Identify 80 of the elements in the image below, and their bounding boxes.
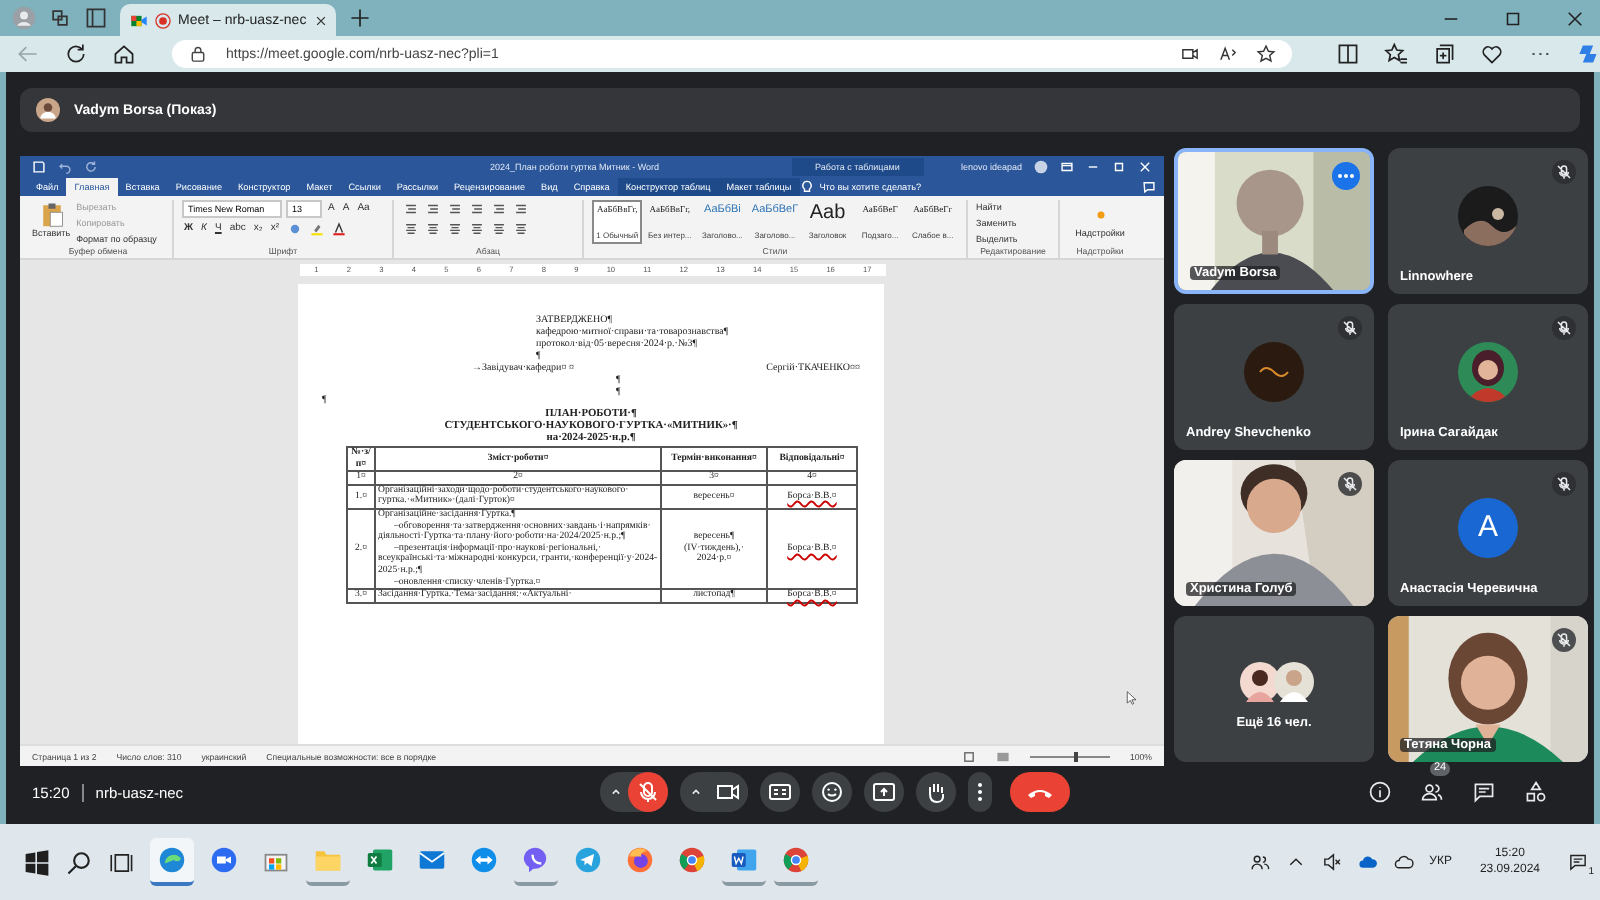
people-icon[interactable] <box>1420 780 1444 804</box>
letter-avatar: A <box>1458 497 1518 557</box>
more-options-icon[interactable] <box>967 772 992 812</box>
logo-avatar-icon <box>1244 341 1304 401</box>
new-tab-icon[interactable] <box>348 6 372 30</box>
star-icon[interactable] <box>1256 44 1276 64</box>
ribbon-options-icon[interactable] <box>1060 159 1074 173</box>
meet-logo-icon <box>130 11 148 29</box>
cursor-icon <box>1126 690 1136 706</box>
spreadsheet-icon <box>366 846 394 874</box>
cloud-icon[interactable] <box>1393 852 1414 872</box>
fox-browser-icon <box>626 846 654 874</box>
task-view-icon[interactable] <box>108 849 134 875</box>
highlighter-icon[interactable] <box>309 222 324 236</box>
paragraph-tool-icon[interactable] <box>492 202 506 216</box>
comment-icon[interactable] <box>1142 179 1156 193</box>
hand-icon[interactable] <box>915 772 956 812</box>
round-browser-icon <box>782 846 810 874</box>
mail-icon <box>418 846 446 874</box>
copilot-icon[interactable] <box>1576 42 1600 66</box>
browser-icon <box>158 846 186 874</box>
people-icon[interactable] <box>1249 852 1270 872</box>
lightbulb-icon <box>799 179 814 193</box>
paragraph-tool-icon[interactable] <box>448 202 462 216</box>
heart-icon[interactable] <box>1480 42 1504 66</box>
paragraph-tool-icon[interactable] <box>514 202 528 216</box>
read-aloud-icon[interactable] <box>1218 44 1238 64</box>
vertical-tabs-icon[interactable] <box>84 6 108 30</box>
caret-icon[interactable] <box>607 784 624 800</box>
avatar-icon <box>36 98 60 122</box>
favorites-icon[interactable] <box>1384 42 1408 66</box>
maximize-icon[interactable] <box>1502 7 1524 29</box>
taskbar-button[interactable] <box>150 838 194 886</box>
view-icon[interactable] <box>996 749 1010 763</box>
reload-icon[interactable] <box>64 42 88 66</box>
alignment-icon[interactable] <box>448 222 462 236</box>
home-icon[interactable] <box>112 42 136 66</box>
caret-icon[interactable] <box>687 784 704 800</box>
paragraph-tool-icon[interactable] <box>404 202 418 216</box>
end-call-icon[interactable] <box>1009 772 1070 812</box>
undo-icon[interactable] <box>58 159 72 173</box>
paragraph-tool-icon[interactable] <box>426 202 440 216</box>
split-screen-icon[interactable] <box>1336 42 1360 66</box>
camera-icon[interactable] <box>1180 44 1200 64</box>
alignment-icon[interactable] <box>514 222 528 236</box>
captions-icon[interactable] <box>759 772 800 812</box>
maximize-icon[interactable] <box>1112 159 1126 173</box>
phone-app-icon <box>522 846 550 874</box>
mic-off-icon[interactable] <box>627 772 668 812</box>
notifications-icon[interactable] <box>1568 852 1588 872</box>
emoji-icon[interactable] <box>811 772 852 812</box>
present-icon[interactable] <box>863 772 904 812</box>
alignment-icon[interactable] <box>426 222 440 236</box>
search-icon[interactable] <box>66 849 92 875</box>
alignment-icon[interactable] <box>492 222 506 236</box>
avatar-icon[interactable] <box>1034 159 1048 173</box>
alignment-icon[interactable] <box>470 222 484 236</box>
view-icon[interactable] <box>962 749 976 763</box>
info-icon[interactable] <box>1368 780 1392 804</box>
activities-icon[interactable] <box>1524 780 1548 804</box>
text-effects-icon[interactable] <box>287 222 302 236</box>
paper-plane-icon <box>574 846 602 874</box>
save-icon[interactable] <box>32 159 46 173</box>
chat-icon[interactable] <box>1472 780 1496 804</box>
paragraph-tool-icon[interactable] <box>470 202 484 216</box>
document-app-icon <box>730 846 758 874</box>
close-icon[interactable] <box>312 11 331 29</box>
close-icon[interactable] <box>1564 7 1586 29</box>
round-browser-icon <box>678 846 706 874</box>
start-icon[interactable] <box>24 849 50 875</box>
speaker-muted-icon[interactable] <box>1321 852 1342 872</box>
redo-icon[interactable] <box>84 159 98 173</box>
add-ins-icon <box>1093 208 1107 222</box>
font-color-icon[interactable] <box>331 222 346 236</box>
workspaces-icon[interactable] <box>48 6 72 30</box>
alignment-icon[interactable] <box>404 222 418 236</box>
collections-icon[interactable] <box>1432 42 1456 66</box>
folder-icon <box>314 846 342 874</box>
lock-icon <box>188 44 208 64</box>
video-app-icon <box>210 846 238 874</box>
